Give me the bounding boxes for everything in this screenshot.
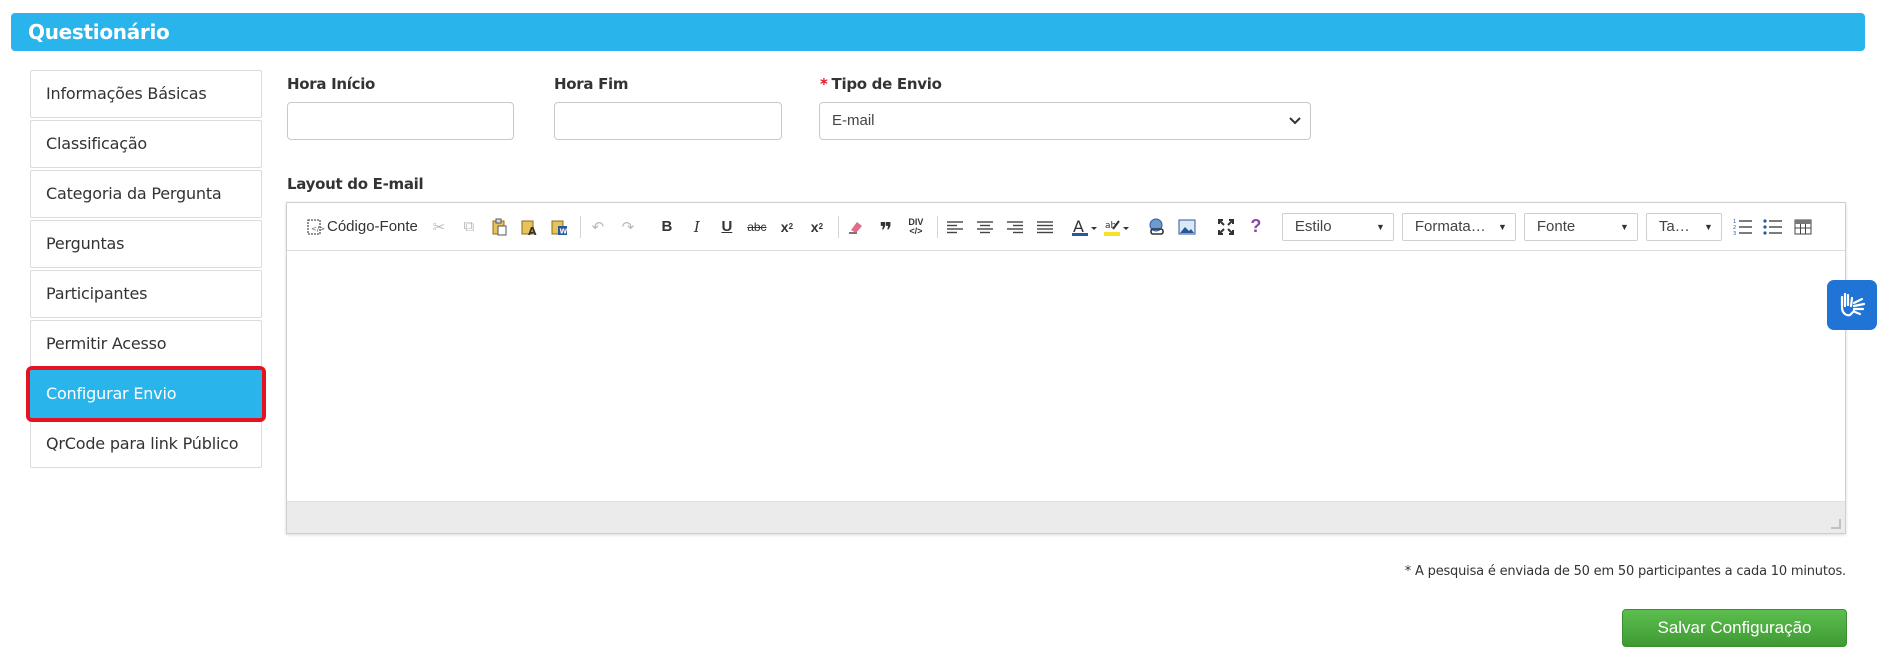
style-combo[interactable]: Estilo ▼ [1281,212,1394,241]
paste-text-icon[interactable]: A [516,214,542,240]
superscript-icon[interactable]: x2 [804,214,830,240]
maximize-icon[interactable] [1213,214,1239,240]
tipo-envio-select[interactable]: E-mail [819,102,1311,140]
help-icon[interactable]: ? [1243,214,1269,240]
numbered-list-icon[interactable]: 123 [1730,214,1756,240]
toolbar-separator [837,215,839,238]
toolbar-separator [1277,216,1278,238]
sidebar-item-configurar-envio[interactable]: Configurar Envio Automático [26,366,266,449]
link-icon[interactable] [1144,214,1170,240]
svg-text:3: 3 [1733,231,1736,236]
italic-icon[interactable]: I [684,214,710,240]
bulleted-list-icon[interactable] [1760,214,1786,240]
text-color-icon[interactable]: A [1071,214,1099,240]
svg-text:A: A [528,225,537,236]
sidebar-item-qrcode[interactable]: QrCode para link Público [30,420,262,468]
sidebar-item-categoria-pergunta[interactable]: Categoria da Pergunta [30,170,262,218]
sidebar-item-perguntas[interactable]: Perguntas [30,220,262,268]
font-combo[interactable]: Fonte ▼ [1523,212,1638,241]
resize-handle-icon[interactable] [1831,519,1841,529]
sidebar: Informações Básicas Classificação Catego… [26,70,266,470]
toolbar-separator [1066,216,1067,238]
image-icon[interactable] [1174,214,1200,240]
editor-status-bar [287,501,1845,533]
tipo-envio-label: * Tipo de Envio [820,75,942,93]
font-combo-label: Fonte [1536,218,1576,235]
svg-text:</>: </> [311,225,325,233]
paste-word-icon[interactable]: W [546,214,572,240]
redo-icon[interactable]: ↷ [615,214,641,240]
size-combo-label: Ta… [1658,218,1690,235]
sidebar-item-informacoes-basicas[interactable]: Informações Básicas [30,70,262,118]
source-code-button[interactable]: </> Código-Fonte [301,214,422,240]
subscript-icon[interactable]: x2 [774,214,800,240]
caret-down-icon: ▼ [1497,221,1507,232]
toolbar-separator [579,215,581,238]
toolbar-separator [1139,216,1140,238]
toolbar-separator [936,215,938,238]
copy-icon[interactable]: ⧉ [456,214,482,240]
chevron-down-icon [1288,103,1302,152]
background-color-icon[interactable]: ab [1103,214,1131,240]
underline-icon[interactable]: U [714,214,740,240]
save-configuration-button[interactable]: Salvar Configuração [1622,609,1847,647]
style-combo-label: Estilo [1294,218,1332,235]
source-icon: </> [307,218,325,235]
page-header: Questionário [11,13,1865,51]
cut-icon[interactable]: ✂ [426,214,452,240]
source-code-label: Código-Fonte [327,218,418,235]
format-combo-label: Formata… [1414,218,1486,235]
tipo-envio-value: E-mail [832,112,875,129]
caret-down-icon: ▼ [1619,221,1629,232]
undo-icon[interactable]: ↶ [585,214,611,240]
hora-fim-label: Hora Fim [554,75,629,93]
sending-note: * A pesquisa é enviada de 50 em 50 parti… [1404,564,1846,579]
sidebar-item-classificacao[interactable]: Classificação [30,120,262,168]
toolbar-separator [649,216,650,238]
sign-language-hands-icon [1840,292,1866,317]
toolbar-separator [1208,216,1209,238]
sidebar-item-participantes[interactable]: Participantes [30,270,262,318]
svg-text:W: W [559,227,567,235]
editor-content-area[interactable] [287,251,1845,501]
format-combo[interactable]: Formata… ▼ [1401,212,1516,241]
align-justify-icon[interactable] [1032,214,1058,240]
paste-icon[interactable] [486,214,512,240]
bold-icon[interactable]: B [654,214,680,240]
editor-toolbar: </> Código-Fonte ✂ ⧉ A W ↶ ↷ B I U abc x… [287,203,1845,251]
remove-format-icon[interactable] [843,214,869,240]
div-container-icon[interactable]: DIV </> [903,214,929,240]
blockquote-icon[interactable]: ❞ [873,214,899,241]
hora-fim-input[interactable] [554,102,782,140]
align-left-icon[interactable] [942,214,968,240]
required-mark: * [820,75,828,93]
tipo-envio-label-text: Tipo de Envio [831,75,942,93]
sidebar-item-permitir-acesso[interactable]: Permitir Acesso [30,320,262,368]
align-center-icon[interactable] [972,214,998,240]
hora-inicio-input[interactable] [287,102,514,140]
vlibras-accessibility-button[interactable] [1827,280,1877,330]
table-icon[interactable] [1790,214,1816,240]
hora-inicio-label: Hora Início [287,75,376,93]
rich-text-editor: </> Código-Fonte ✂ ⧉ A W ↶ ↷ B I U abc x… [286,202,1846,534]
align-right-icon[interactable] [1002,214,1028,240]
layout-email-label: Layout do E-mail [287,175,424,193]
caret-down-icon: ▼ [1375,221,1385,232]
size-combo[interactable]: Ta… ▼ [1645,212,1722,241]
strikethrough-icon[interactable]: abc [744,214,770,240]
caret-down-icon: ▼ [1703,221,1713,232]
